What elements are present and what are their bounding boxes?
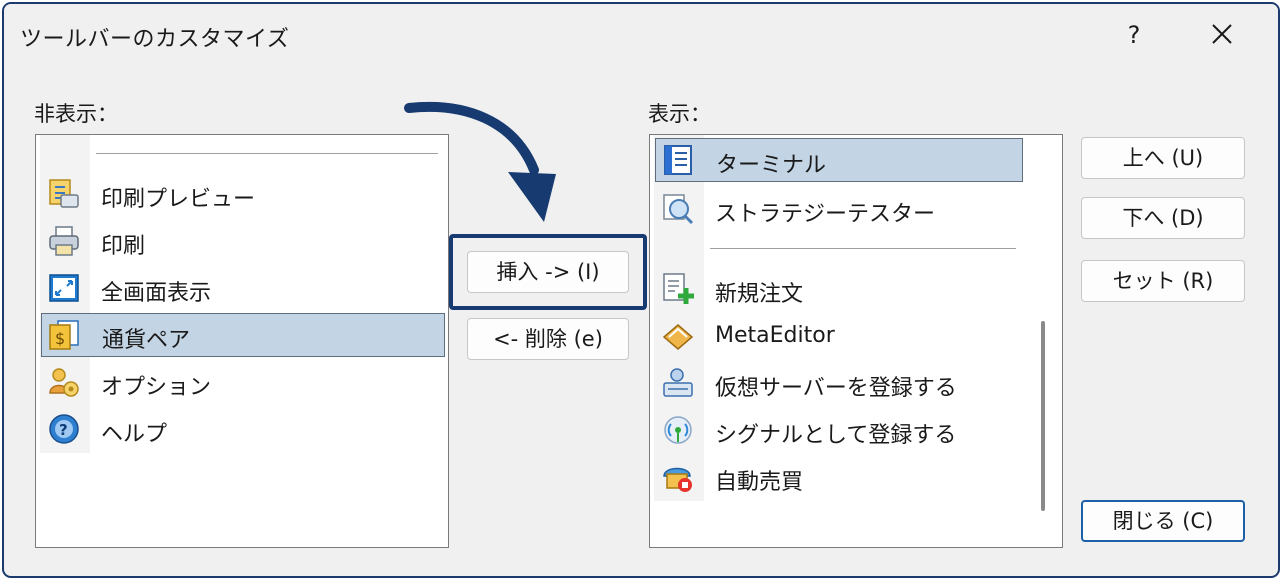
- list-item-label: ターミナル: [716, 153, 827, 178]
- svg-text:?: ?: [59, 421, 68, 439]
- remove-button-label: <- 削除 (e): [493, 327, 603, 351]
- fullscreen-icon: [49, 274, 79, 302]
- list-item-help[interactable]: ? ヘルプ: [41, 407, 445, 451]
- list-item-label: 新規注文: [715, 282, 804, 307]
- close-button[interactable]: 閉じる (C): [1081, 500, 1245, 542]
- list-item-virtual-server[interactable]: 仮想サーバーを登録する: [655, 361, 1023, 405]
- terminal-icon: [664, 145, 692, 175]
- move-up-button[interactable]: 上へ (U): [1081, 137, 1245, 179]
- scrollbar-thumb[interactable]: [1041, 321, 1045, 511]
- separator: [710, 248, 1016, 249]
- options-icon: [49, 368, 79, 397]
- list-item-currency-pair[interactable]: $ 通貨ペア: [41, 313, 445, 357]
- reset-button[interactable]: セット (R): [1081, 260, 1245, 302]
- hidden-list-label: 非表示：: [34, 102, 118, 126]
- close-icon: [1212, 24, 1232, 44]
- list-item-print[interactable]: 印刷: [41, 219, 445, 263]
- insert-button[interactable]: 挿入 -> (I): [467, 251, 629, 293]
- strategy-tester-icon: [663, 194, 694, 225]
- signal-icon: [664, 416, 692, 444]
- reset-button-label: セット (R): [1112, 269, 1214, 293]
- list-item-label: 仮想サーバーを登録する: [715, 376, 957, 401]
- list-item-auto-trading[interactable]: 自動売買: [655, 455, 1023, 499]
- list-item-signal[interactable]: シグナルとして登録する: [655, 408, 1023, 452]
- svg-text:$: $: [55, 329, 65, 348]
- list-item-label: 通貨ペア: [102, 328, 191, 353]
- list-item-print-preview[interactable]: 印刷プレビュー: [41, 172, 445, 216]
- remove-button[interactable]: <- 削除 (e): [467, 318, 629, 360]
- dialog-title: ツールバーのカスタマイズ: [20, 27, 290, 52]
- separator: [96, 153, 438, 154]
- move-up-button-label: 上へ (U): [1122, 146, 1204, 170]
- list-item-label: シグナルとして登録する: [715, 423, 957, 448]
- new-order-icon: [663, 273, 694, 304]
- list-item-strategy-tester[interactable]: ストラテジーテスター: [655, 187, 1023, 231]
- virtual-server-icon: [663, 368, 693, 397]
- help-button[interactable]: ?: [1104, 4, 1164, 66]
- customize-toolbar-dialog: ツールバーのカスタマイズ ? 非表示： 印刷プレビュー 印刷 全画面表示 $ 通…: [2, 2, 1280, 578]
- list-item-label: MetaEditor: [715, 323, 835, 348]
- close-window-button[interactable]: [1192, 4, 1252, 66]
- list-item-label: 全画面表示: [101, 281, 212, 306]
- list-item-terminal[interactable]: ターミナル: [655, 138, 1023, 182]
- list-item-label: 印刷プレビュー: [101, 187, 256, 212]
- list-item-fullscreen[interactable]: 全画面表示: [41, 266, 445, 310]
- shown-list-label: 表示：: [648, 102, 711, 126]
- insert-button-label: 挿入 -> (I): [496, 260, 600, 284]
- list-item-options[interactable]: オプション: [41, 360, 445, 404]
- shown-listbox[interactable]: ターミナル ストラテジーテスター 新規注文 MetaEditor 仮想サーバーを…: [649, 134, 1063, 548]
- auto-trading-icon: [663, 467, 692, 492]
- list-item-label: ストラテジーテスター: [715, 202, 936, 227]
- printer-icon: [49, 226, 79, 256]
- list-item-new-order[interactable]: 新規注文: [655, 267, 1023, 311]
- close-button-label: 閉じる (C): [1112, 509, 1214, 533]
- metaeditor-icon: [662, 324, 694, 350]
- list-item-label: オプション: [101, 375, 212, 400]
- move-down-button-label: 下へ (D): [1122, 206, 1204, 230]
- list-item-label: ヘルプ: [101, 422, 168, 447]
- insert-direction-arrow-icon: [404, 101, 556, 222]
- hidden-listbox[interactable]: 印刷プレビュー 印刷 全画面表示 $ 通貨ペア オプション ? ヘルプ: [35, 134, 449, 548]
- list-item-metaeditor[interactable]: MetaEditor: [655, 314, 1023, 358]
- currency-pair-icon: $: [49, 320, 79, 350]
- title-bar: ツールバーのカスタマイズ ?: [4, 4, 1278, 66]
- list-item-label: 自動売買: [715, 470, 804, 495]
- help-icon: ?: [49, 414, 79, 444]
- list-item-label: 印刷: [101, 234, 146, 259]
- print-preview-icon: [49, 179, 79, 208]
- move-down-button[interactable]: 下へ (D): [1081, 197, 1245, 239]
